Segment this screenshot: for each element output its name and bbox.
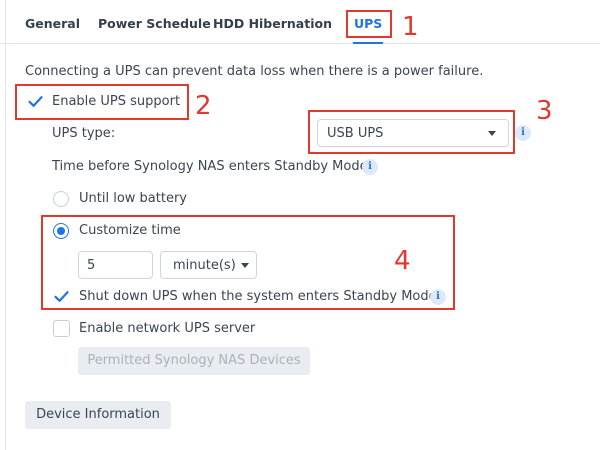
time-value-input[interactable] — [78, 251, 153, 279]
tab-hdd-hibernation[interactable]: HDD Hibernation — [213, 16, 332, 31]
shutdown-ups-label: Shut down UPS when the system enters Sta… — [79, 289, 437, 304]
until-low-battery-radio[interactable] — [53, 191, 69, 207]
ups-type-label: UPS type: — [52, 126, 116, 141]
ups-type-select[interactable]: USB UPS — [317, 119, 509, 147]
customize-time-radio[interactable] — [53, 223, 69, 239]
tab-general[interactable]: General — [25, 16, 80, 31]
tab-power-schedule[interactable]: Power Schedule — [98, 16, 211, 31]
chevron-down-icon — [488, 131, 496, 136]
network-ups-checkbox[interactable] — [53, 320, 70, 337]
checkmark-icon — [54, 291, 69, 302]
shutdown-info-icon[interactable]: i — [430, 289, 446, 305]
active-tab-indicator — [353, 42, 383, 44]
network-ups-label: Enable network UPS server — [79, 321, 256, 336]
device-information-button[interactable]: Device Information — [25, 401, 171, 429]
annotation-number-4: 4 — [394, 246, 411, 276]
ups-type-value: USB UPS — [327, 126, 384, 141]
enable-ups-checkbox[interactable] — [27, 93, 44, 110]
until-low-battery-label: Until low battery — [79, 191, 187, 206]
chevron-down-icon — [241, 263, 249, 268]
annotation-number-1: 1 — [402, 12, 419, 42]
time-unit-value: minute(s) — [173, 258, 236, 273]
tab-ups[interactable]: UPS — [354, 16, 382, 31]
shutdown-ups-checkbox[interactable] — [53, 288, 70, 305]
ups-type-info-icon[interactable]: i — [515, 125, 531, 141]
enable-ups-label: Enable UPS support — [52, 94, 181, 109]
annotation-number-3: 3 — [536, 96, 553, 126]
checkmark-icon — [28, 96, 43, 107]
permitted-devices-button[interactable]: Permitted Synology NAS Devices — [78, 347, 310, 375]
tab-bar: General Power Schedule HDD Hibernation U… — [0, 0, 600, 44]
customize-time-label: Customize time — [79, 223, 181, 238]
standby-label: Time before Synology NAS enters Standby … — [52, 159, 368, 174]
ups-description: Connecting a UPS can prevent data loss w… — [25, 64, 484, 79]
left-border — [5, 0, 6, 450]
annotation-number-2: 2 — [195, 91, 212, 121]
standby-info-icon[interactable]: i — [362, 159, 378, 175]
time-unit-select[interactable]: minute(s) — [160, 251, 257, 279]
